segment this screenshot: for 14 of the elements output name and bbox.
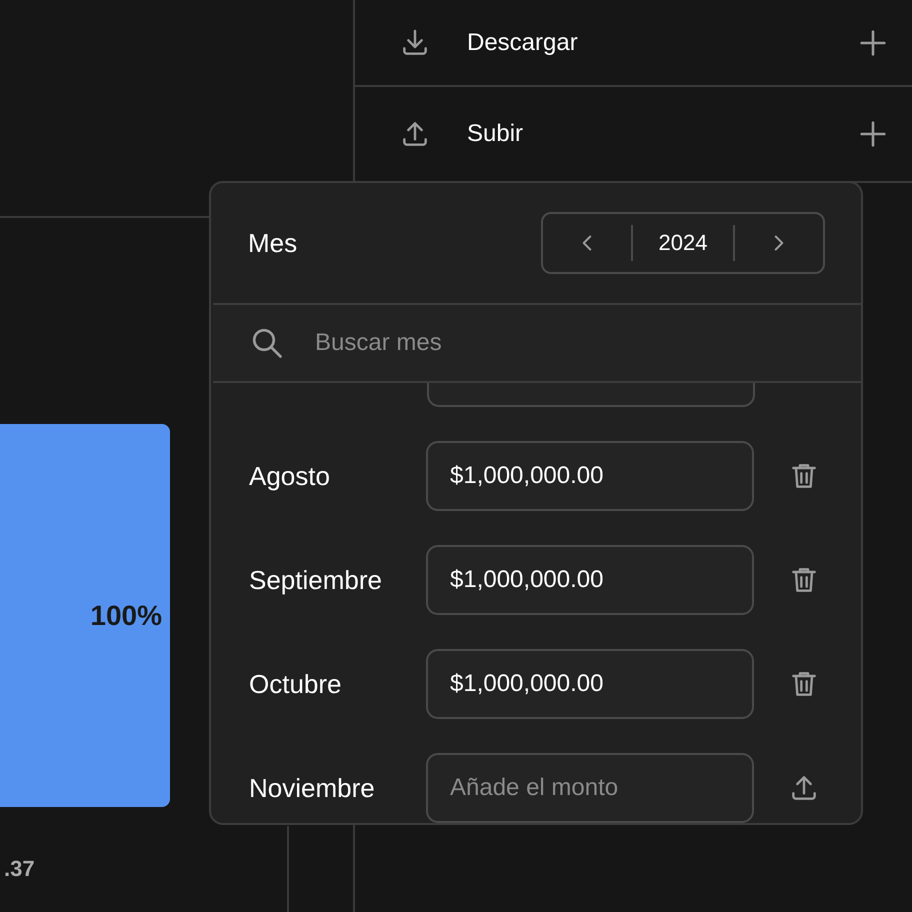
- action-row[interactable]: Descargar: [355, 0, 912, 87]
- month-label: Agosto: [249, 460, 331, 492]
- amount-field[interactable]: $1,000,000.00: [426, 649, 754, 719]
- month-label: Noviembre: [249, 772, 376, 804]
- month-label: Septiembre: [249, 564, 383, 596]
- year-value: 2024: [631, 225, 735, 261]
- bar-label: 100%: [90, 600, 162, 632]
- search-field[interactable]: Buscar mes: [313, 328, 861, 358]
- month-label: Octubre: [249, 668, 342, 700]
- amount-field[interactable]: Añade el monto: [426, 753, 754, 823]
- amount-field[interactable]: $1,000,000.00: [426, 441, 754, 511]
- popover-title: Mes: [248, 228, 298, 258]
- value-label: .37: [4, 856, 36, 882]
- amount-field[interactable]: $1,000,000.00: [426, 545, 754, 615]
